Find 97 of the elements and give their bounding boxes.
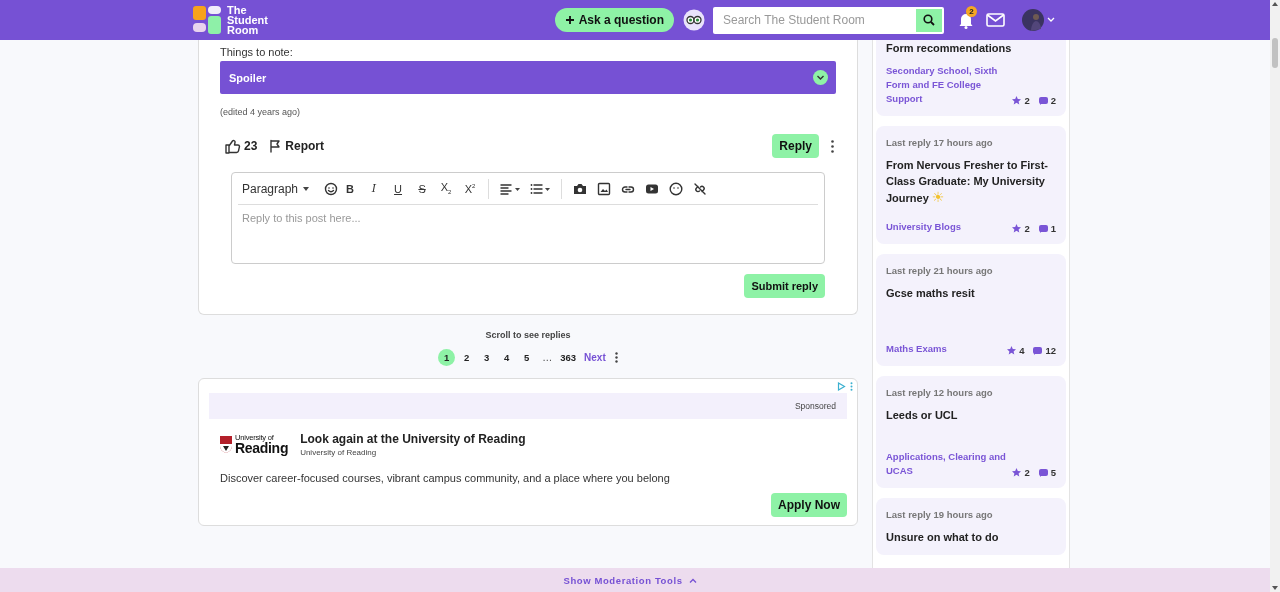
star-icon	[1012, 96, 1022, 105]
format-button[interactable]: X$^{2}$	[458, 178, 483, 199]
page-link[interactable]: 4	[498, 349, 516, 366]
chevron-up-icon	[688, 577, 697, 583]
mail-icon[interactable]	[986, 13, 1005, 27]
advertiser-name: University of Reading	[300, 448, 378, 457]
forum-link[interactable]: Secondary School, Sixth Form and FE College Support	[886, 64, 1013, 106]
format-button[interactable]: B	[338, 178, 363, 199]
spoiler-label: Spoiler	[229, 71, 267, 84]
paragraph-dropdown[interactable]: Paragraph	[242, 181, 310, 196]
reply-button[interactable]: Reply	[772, 134, 819, 158]
page-link[interactable]: 2	[458, 349, 476, 366]
bell-icon[interactable]	[958, 11, 974, 29]
thread-title[interactable]: Unsure on what to do	[886, 529, 1056, 545]
sponsored-label: Sponsored	[794, 401, 836, 411]
report-button[interactable]: Report	[269, 139, 325, 153]
forum-link[interactable]: Maths Exams	[886, 342, 947, 356]
upvote-count: 2	[1024, 467, 1030, 478]
like-button[interactable]: 23	[225, 138, 258, 154]
forum-link[interactable]: Applications, Clearing and UCAS	[886, 450, 1013, 478]
thread-card[interactable]: Form recommendations Secondary School, Sixth Form and FE College Support 2 2	[876, 40, 1066, 116]
page-link[interactable]: 5	[518, 349, 536, 366]
ad-text: Discover career-focused courses, vibrant campus community, and a place where you belong	[220, 472, 671, 484]
thread-card[interactable]: Last reply 17 hours ago From Nervous Fresher to First-Class Graduate: My University Journey ☀ University Blogs 2 1	[876, 126, 1066, 244]
chat-icon	[1038, 468, 1048, 477]
spoiler-bar[interactable]: Spoiler	[220, 61, 836, 94]
thread-card[interactable]: Last reply 21 hours ago Gcse maths resit Maths Exams 4 12	[876, 254, 1066, 366]
crest-icon	[220, 436, 232, 453]
format-button[interactable]: S	[410, 178, 435, 199]
image-icon[interactable]	[597, 181, 612, 196]
chat-icon	[1038, 224, 1048, 233]
search-box[interactable]: Search The Student Room	[713, 6, 944, 34]
more-icon[interactable]	[614, 352, 618, 363]
last-reply-time: Last reply 17 hours ago	[886, 137, 994, 148]
apply-now-button[interactable]: Apply Now	[771, 493, 847, 517]
reply-count: 12	[1045, 345, 1056, 356]
reply-placeholder: Reply to this post here...	[241, 211, 362, 226]
thread-card[interactable]: Last reply 19 hours ago Unsure on what to do	[876, 498, 1066, 555]
list-icon[interactable]	[530, 181, 551, 196]
thread-card[interactable]: Last reply 12 hours ago Leeds or UCL Applications, Clearing and UCAS 2 5	[876, 376, 1066, 488]
align-icon[interactable]	[500, 181, 521, 196]
caret-icon	[303, 186, 310, 191]
star-icon	[1012, 224, 1022, 233]
thread-title[interactable]: Leeds or UCL	[886, 407, 1056, 423]
page-ellipsis: …	[541, 352, 554, 363]
logo-text: Reading	[235, 441, 289, 456]
page-link[interactable]: 1	[438, 349, 456, 366]
ask-question-button[interactable]: Ask a question	[554, 8, 674, 32]
chevron-down-icon[interactable]	[813, 70, 828, 85]
last-reply-time: Last reply 12 hours ago	[886, 387, 994, 398]
camera-icon[interactable]	[573, 181, 588, 196]
chat-icon	[1033, 346, 1043, 355]
upvote-count: 2	[1024, 223, 1030, 234]
flag-icon	[269, 139, 283, 153]
owl-icon[interactable]	[683, 9, 705, 31]
submit-reply-button[interactable]: Submit reply	[744, 274, 825, 298]
more-icon[interactable]	[831, 139, 834, 153]
edited-note: (edited 4 years ago)	[220, 107, 302, 117]
star-icon	[1012, 468, 1022, 477]
thread-title[interactable]: Gcse maths resit	[886, 285, 1056, 301]
plus-icon	[564, 15, 575, 25]
replies-hint: Scroll to see replies	[485, 330, 571, 340]
logo-icon[interactable]	[193, 6, 221, 34]
scrollbar-thumb[interactable]	[1272, 38, 1278, 68]
note-label: Things to note:	[220, 46, 294, 58]
format-button[interactable]: X$_{2}$	[434, 178, 459, 199]
caret-icon[interactable]	[1047, 17, 1055, 23]
forum-link[interactable]: University Blogs	[886, 220, 961, 234]
thread-title[interactable]: Form recommendations	[886, 40, 1056, 56]
upvote-count: 4	[1019, 345, 1025, 356]
emoji-icon[interactable]	[324, 181, 339, 196]
search-button[interactable]	[916, 8, 942, 32]
scroll-up-arrow[interactable]	[1271, 0, 1279, 8]
star-icon	[1007, 346, 1017, 355]
ad-headline[interactable]: Look again at the University of Reading	[300, 432, 526, 446]
moderation-tools-toggle[interactable]: Show Moderation Tools	[563, 574, 697, 586]
notification-badge: 2	[966, 6, 977, 17]
logo-text[interactable]: The Student Room	[227, 5, 275, 35]
format-button[interactable]: I	[362, 178, 387, 199]
reply-editor[interactable]: Paragraph B I U S X$_{2}$ X$^{2}$ Reply to this post here...	[231, 172, 825, 264]
upvote-count: 2	[1024, 95, 1030, 106]
reply-count: 5	[1050, 467, 1056, 478]
thumbs-up-icon	[225, 138, 241, 154]
chat-icon	[1038, 96, 1048, 105]
search-icon	[923, 14, 935, 26]
face-icon[interactable]	[669, 181, 684, 196]
last-reply-time: Last reply 21 hours ago	[886, 265, 994, 276]
format-button[interactable]: U	[386, 178, 411, 199]
scroll-down-arrow[interactable]	[1271, 584, 1279, 592]
unlink-icon[interactable]	[693, 181, 708, 196]
last-reply-time: Last reply 19 hours ago	[886, 509, 994, 520]
reply-count: 2	[1050, 95, 1056, 106]
thread-title[interactable]: From Nervous Fresher to First-Class Graduate: My University Journey ☀	[886, 157, 1056, 206]
page-link[interactable]: 363	[559, 349, 578, 366]
next-page-link[interactable]: Next	[584, 352, 606, 363]
page-link[interactable]: 3	[478, 349, 496, 366]
reply-count: 1	[1050, 223, 1056, 234]
